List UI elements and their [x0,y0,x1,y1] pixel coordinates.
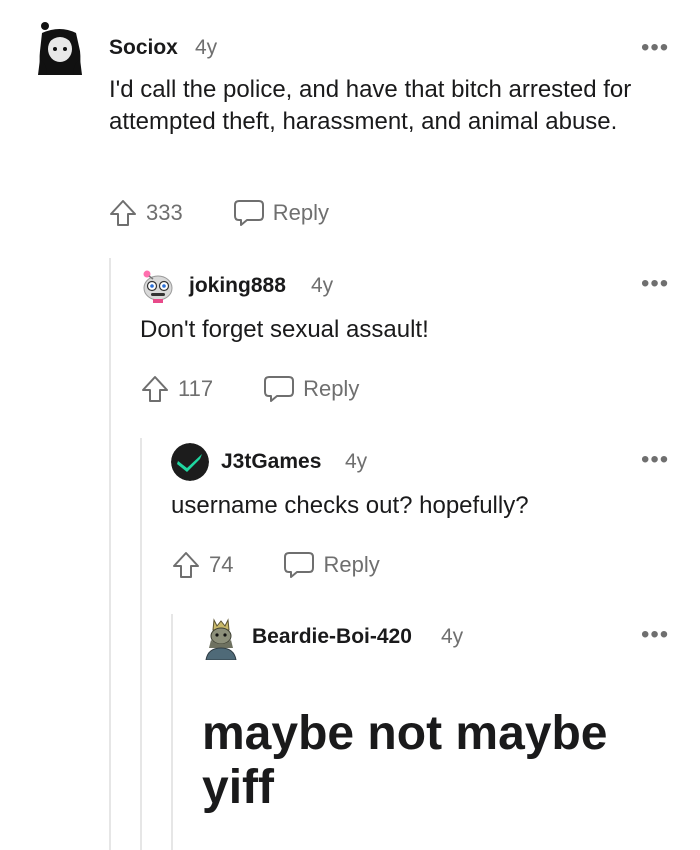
more-horizontal-icon[interactable]: ••• [641,448,669,472]
more-horizontal-icon[interactable]: ••• [641,623,669,647]
avatar[interactable] [171,443,209,481]
comment-age: 4y [441,625,464,648]
username[interactable]: J3tGames [221,450,321,474]
upvote-button[interactable]: 333 [108,198,183,228]
comment-actions: 117 Reply [140,372,359,406]
speech-bubble-icon [284,552,315,578]
reply-button[interactable]: Reply [233,198,329,228]
comment-age: 4y [195,36,218,59]
comment-age: 4y [311,274,334,297]
reply-label: Reply [272,200,329,225]
vote-count: 333 [146,200,183,225]
reply-button[interactable]: Reply [263,374,359,404]
comment-text: I'd call the police, and have that bitch… [109,76,632,135]
upvote-arrow-icon[interactable] [108,198,138,228]
comment-age: 4y [345,450,368,473]
avatar[interactable] [202,618,240,660]
username[interactable]: Beardie-Boi-420 [252,625,412,649]
reply-button[interactable]: Reply [283,550,380,580]
upvote-button[interactable]: 117 [140,374,213,404]
comment-text: Don't forget sexual assault! [140,316,429,343]
speech-bubble-icon [264,376,295,402]
avatar[interactable] [139,266,177,304]
comment-actions: 333 Reply [108,196,329,230]
vote-count: 117 [178,376,214,401]
comment-text: maybe not maybe yiff [202,707,608,814]
upvote-button[interactable]: 74 [171,550,233,580]
more-horizontal-icon[interactable]: ••• [641,272,669,296]
comment-actions: 74 Reply [171,548,380,582]
vote-count: 74 [209,552,234,577]
thread-line-level-1[interactable] [109,258,111,850]
speech-bubble-icon [233,200,264,226]
reply-label: Reply [303,376,360,401]
username[interactable]: Sociox [109,36,178,60]
username[interactable]: joking888 [189,274,286,298]
thread-line-level-2[interactable] [140,438,142,850]
avatar[interactable] [36,19,84,77]
comment-text: username checks out? hopefully? [171,492,529,519]
upvote-arrow-icon[interactable] [140,374,170,404]
reply-label: Reply [323,552,380,577]
upvote-arrow-icon[interactable] [171,550,201,580]
thread-line-level-3[interactable] [171,614,173,850]
more-horizontal-icon[interactable]: ••• [641,36,669,60]
